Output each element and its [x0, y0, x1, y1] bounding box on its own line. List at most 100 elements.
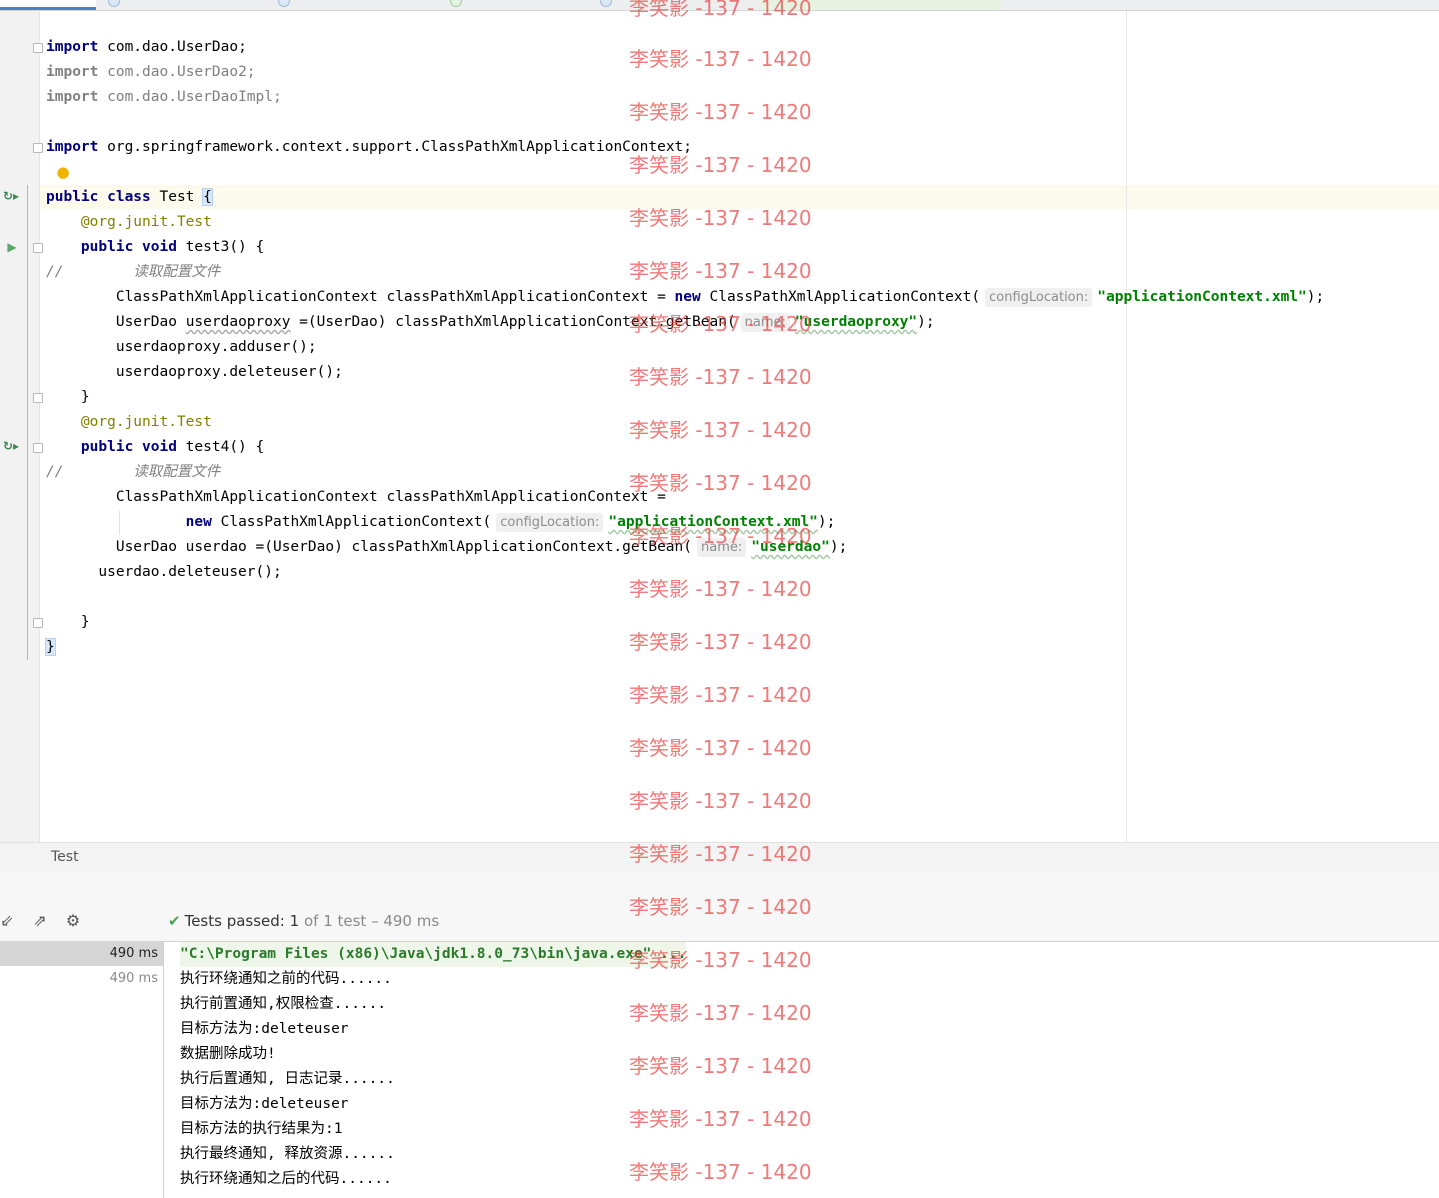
- code-text: =(UserDao) classPathXmlApplicationContex…: [290, 314, 736, 330]
- annotation: @org.junit.: [46, 414, 177, 430]
- run-test-icon[interactable]: ▶: [5, 240, 19, 254]
- variable: userdaoproxy: [185, 314, 291, 330]
- code-text: );: [1306, 289, 1325, 305]
- code-line: // 读取配置文件: [46, 260, 220, 285]
- parameter-hint: name:: [740, 313, 790, 332]
- console-line: 执行环绕通知之后的代码......: [180, 1171, 392, 1187]
- status-label: Tests passed:: [184, 912, 285, 930]
- editor-gutter: [0, 11, 40, 842]
- keyword: public void: [46, 439, 177, 455]
- code-line: import com.dao.UserDao;: [46, 35, 247, 60]
- editor-tab-strip: [0, 0, 1439, 11]
- keyword: new: [674, 289, 701, 305]
- tab-file-icon: [278, 0, 290, 7]
- tab-file-icon: [450, 0, 462, 7]
- collapse-icon[interactable]: ⇙: [0, 911, 18, 931]
- fold-icon[interactable]: [33, 243, 43, 253]
- code-line: import com.dao.UserDaoImpl;: [46, 85, 282, 110]
- rerun-test-icon[interactable]: ↻▸: [3, 439, 19, 453]
- gear-icon[interactable]: ⚙: [62, 911, 84, 931]
- fold-icon[interactable]: [33, 393, 43, 403]
- code-text: ClassPathXmlApplicationContext(: [700, 289, 981, 305]
- code-line: @org.junit.Test: [46, 410, 212, 435]
- string-literal: "applicationContext.xml": [608, 514, 818, 530]
- test-tree-row[interactable]: 490 ms: [0, 967, 163, 991]
- parameter-hint: configLocation:: [496, 513, 604, 532]
- tab-file-icon: [108, 0, 120, 7]
- run-toolbar: ⇙ ⇗ ⚙ ✔ Tests passed: 1 of 1 test – 490 m…: [0, 903, 1439, 942]
- code-line: public class Test {: [46, 185, 213, 210]
- code-text: );: [817, 514, 836, 530]
- annotation: Test: [176, 414, 212, 430]
- code-text: org.springframework.context.support.Clas…: [98, 139, 693, 155]
- right-margin-guide: [1126, 11, 1127, 842]
- console-line: 执行前置通知,权限检查......: [180, 996, 387, 1012]
- fold-icon[interactable]: [33, 43, 43, 53]
- editor-tab-xml[interactable]: [760, 0, 1000, 10]
- console-line: 目标方法为:deleteuser: [180, 1021, 349, 1037]
- code-text: test4() {: [176, 439, 265, 455]
- tab-file-icon: [600, 0, 612, 7]
- console-line: 目标方法的执行结果为:1: [180, 1121, 343, 1137]
- console-line: 目标方法为:deleteuser: [180, 1096, 349, 1112]
- code-text: UserDao: [46, 314, 186, 330]
- fold-icon[interactable]: [33, 618, 43, 628]
- keyword: import: [46, 139, 99, 155]
- fold-icon[interactable]: [33, 443, 43, 453]
- code-line: }: [46, 389, 90, 405]
- code-text: test3() {: [176, 239, 265, 255]
- code-line: }: [45, 635, 56, 660]
- code-line: // 读取配置文件: [46, 460, 220, 485]
- code-line: ClassPathXmlApplicationContext classPath…: [46, 489, 666, 505]
- string-literal: "userdaoproxy": [794, 314, 918, 330]
- intention-bulb-icon[interactable]: ●: [56, 165, 70, 180]
- keyword: import: [46, 64, 99, 80]
- editor-tab-active[interactable]: [0, 0, 96, 10]
- comment: //: [46, 264, 64, 280]
- check-icon: ✔: [168, 912, 181, 930]
- keyword: import: [46, 39, 99, 55]
- keyword: import: [46, 89, 99, 105]
- console-line: 执行后置通知, 日志记录......: [180, 1071, 395, 1087]
- console-output[interactable]: "C:\Program Files (x86)\Java\jdk1.8.0_73…: [164, 942, 1439, 1198]
- comment: //: [46, 464, 64, 480]
- rerun-test-icon[interactable]: ↻▸: [3, 189, 19, 203]
- code-line: import com.dao.UserDao2;: [46, 60, 256, 85]
- parameter-hint: configLocation:: [985, 288, 1093, 307]
- console-line: 执行最终通知, 释放资源......: [180, 1146, 395, 1162]
- fold-icon[interactable]: [33, 143, 43, 153]
- code-text: com.dao.UserDao2;: [98, 64, 256, 80]
- string-literal: "applicationContext.xml": [1097, 289, 1307, 305]
- status-detail: of 1 test – 490 ms: [303, 912, 440, 930]
- code-text: UserDao userdao =(UserDao) classPathXmlA…: [46, 539, 693, 555]
- code-editor[interactable]: ↻▸ ● ▶ ↻▸ import com.dao.UserDao; import…: [0, 11, 1439, 842]
- annotation: @org.junit.: [46, 214, 177, 230]
- code-line: userdao.deleteuser();: [46, 564, 282, 580]
- keyword: public void: [46, 239, 177, 255]
- comment: 读取配置文件: [63, 464, 221, 480]
- test-tree: 490 ms 490 ms: [0, 942, 164, 1198]
- status-count: 1: [289, 912, 300, 930]
- code-line: new ClassPathXmlApplicationContext(confi…: [46, 510, 835, 535]
- code-text: );: [829, 539, 848, 555]
- test-tree-row-root[interactable]: 490 ms: [0, 942, 163, 966]
- console-command-line: "C:\Program Files (x86)\Java\jdk1.8.0_73…: [180, 942, 687, 967]
- code-line: ClassPathXmlApplicationContext classPath…: [46, 285, 1324, 310]
- matched-brace: }: [45, 638, 56, 656]
- string-literal: "userdao": [751, 539, 830, 555]
- breadcrumb-item-test[interactable]: Test: [51, 849, 79, 865]
- code-text: Test: [150, 189, 204, 205]
- code-line: UserDao userdao =(UserDao) classPathXmlA…: [46, 535, 847, 560]
- code-text: ClassPathXmlApplicationContext(: [211, 514, 492, 530]
- code-line: userdaoproxy.adduser();: [46, 339, 317, 355]
- comment: 读取配置文件: [63, 264, 221, 280]
- code-line: public void test3() {: [46, 235, 264, 260]
- keyword: new: [46, 514, 212, 530]
- annotation: Test: [176, 214, 212, 230]
- export-icon[interactable]: ⇗: [29, 911, 51, 931]
- code-line: import org.springframework.context.suppo…: [46, 135, 692, 160]
- code-text: ClassPathXmlApplicationContext classPath…: [46, 289, 675, 305]
- run-tool-window: ⇙ ⇗ ⚙ ✔ Tests passed: 1 of 1 test – 490 m…: [0, 873, 1439, 1198]
- code-text: com.dao.UserDao;: [98, 39, 247, 55]
- keyword: public class: [46, 189, 151, 205]
